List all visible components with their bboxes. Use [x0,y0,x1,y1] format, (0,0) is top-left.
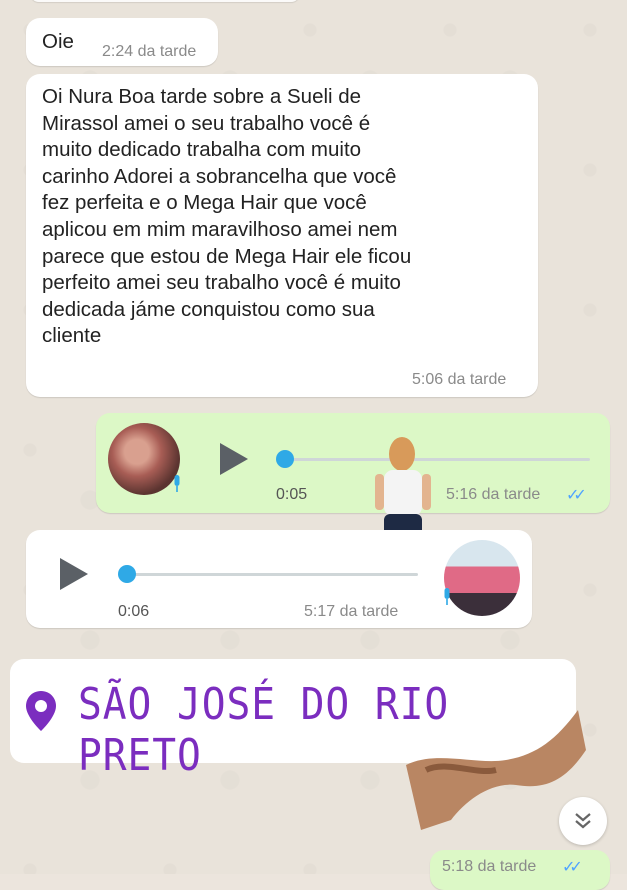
message-time: 5:16 da tarde [446,486,541,503]
previous-message-edge [30,0,300,2]
message-line: muito dedicado trabalha com muito [42,138,362,162]
scroll-to-bottom-button[interactable] [559,797,607,845]
message-line: Oi Nura Boa tarde sobre a Sueli de [42,85,362,108]
message-bubble-2[interactable]: Oi Nura Boa tarde sobre a Sueli de Miras… [26,74,538,397]
photo-thumbnail [406,710,586,830]
location-pin-icon [26,691,56,731]
message-line: Mirassol amei o seu trabalho você é [42,111,371,135]
message-line: aplicou em mim maravilhoso amei nem [42,217,398,241]
progress-knob[interactable] [276,450,294,468]
message-line: cliente [42,324,102,348]
voice-duration: 0:06 [118,603,150,620]
progress-track[interactable] [128,573,418,576]
voice-message-incoming[interactable]: 0:06 5:17 da tarde [26,530,532,628]
message-time: 5:06 da tarde [412,371,507,388]
message-time: 2:24 da tarde [102,43,197,60]
avatar[interactable] [108,423,180,495]
message-text: Oi Nura Boa tarde sobre a Sueli de Miras… [42,84,532,350]
message-time: 5:17 da tarde [304,603,399,620]
voice-duration: 0:05 [276,486,308,503]
mic-icon [444,588,450,605]
message-bubble-bottom[interactable]: 5:18 da tarde ✓✓ [430,850,610,890]
avatar[interactable] [444,540,520,616]
message-bubble-1[interactable]: Oie 2:24 da tarde [26,18,218,66]
play-icon[interactable] [220,443,248,475]
play-icon[interactable] [60,558,88,590]
message-line: perfeito amei seu trabalho você é muito [42,271,401,295]
message-line: carinho Adorei a sobrancelha que você [42,164,397,188]
voice-message-outgoing[interactable]: 0:05 5:16 da tarde ✓✓ [96,413,610,513]
message-line: parece que estou de Mega Hair ele ficou [42,244,412,268]
mic-icon [174,475,180,492]
double-check-icon: ✓✓ [566,487,587,504]
message-line: dedicada jáme conquistou como sua [42,297,375,321]
chevron-down-icon [575,813,591,829]
message-text: Oie [42,30,74,53]
message-time: 5:18 da tarde [442,858,537,875]
progress-knob[interactable] [118,565,136,583]
message-line: fez perfeita e o Mega Hair que você [42,191,367,215]
double-check-icon: ✓✓ [562,859,583,876]
